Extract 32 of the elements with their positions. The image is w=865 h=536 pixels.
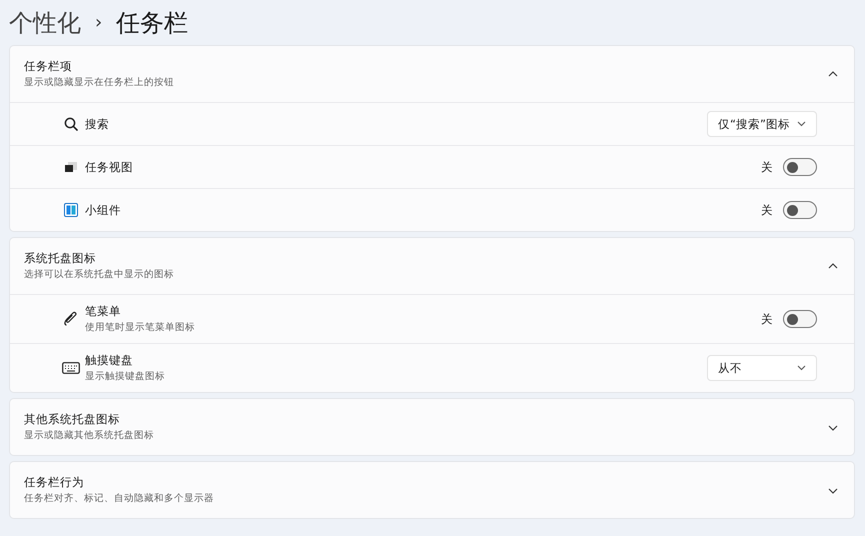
- section-title: 系统托盘图标: [24, 251, 97, 266]
- keyboard-icon: [62, 361, 80, 375]
- toggle-state-label: 关: [761, 202, 773, 218]
- toggle-state-label: 关: [761, 160, 773, 174]
- setting-description: 显示触摸键盘图标: [85, 370, 166, 383]
- caret-icon: [797, 121, 806, 127]
- section-title: 任务栏项: [24, 59, 73, 74]
- setting-label: 触摸键盘: [85, 353, 134, 368]
- setting-label: 笔菜单: [85, 304, 122, 319]
- section-subtitle: 显示或隐藏显示在任务栏上的按钮: [24, 76, 175, 89]
- search-icon: [64, 117, 78, 131]
- toggle-state-label: 关: [761, 312, 773, 326]
- section-subtitle: 任务栏对齐、标记、自动隐藏和多个显示器: [24, 492, 215, 505]
- breadcrumb-separator: ›: [95, 12, 102, 33]
- dropdown[interactable]: 仅“搜索”图标: [707, 111, 817, 137]
- breadcrumb-link[interactable]: 个性化: [9, 6, 81, 38]
- task-view-icon: [64, 160, 78, 174]
- section-title: 任务栏行为: [24, 475, 85, 490]
- toggle-switch[interactable]: [783, 201, 817, 219]
- setting-label: 搜索: [85, 116, 110, 132]
- toggle-switch[interactable]: [783, 310, 817, 328]
- caret-icon: [797, 365, 806, 371]
- widgets-icon: [64, 203, 78, 217]
- section-title: 其他系统托盘图标: [24, 412, 121, 427]
- setting-description: 使用笔时显示笔菜单图标: [85, 321, 196, 334]
- section-subtitle: 显示或隐藏其他系统托盘图标: [24, 429, 155, 442]
- section-subtitle: 选择可以在系统托盘中显示的图标: [24, 268, 175, 281]
- page-title: 任务栏: [116, 8, 188, 38]
- setting-label: 任务视图: [85, 160, 134, 174]
- toggle-switch[interactable]: [783, 158, 817, 176]
- setting-label: 小组件: [85, 202, 122, 218]
- dropdown[interactable]: 从不: [707, 355, 817, 381]
